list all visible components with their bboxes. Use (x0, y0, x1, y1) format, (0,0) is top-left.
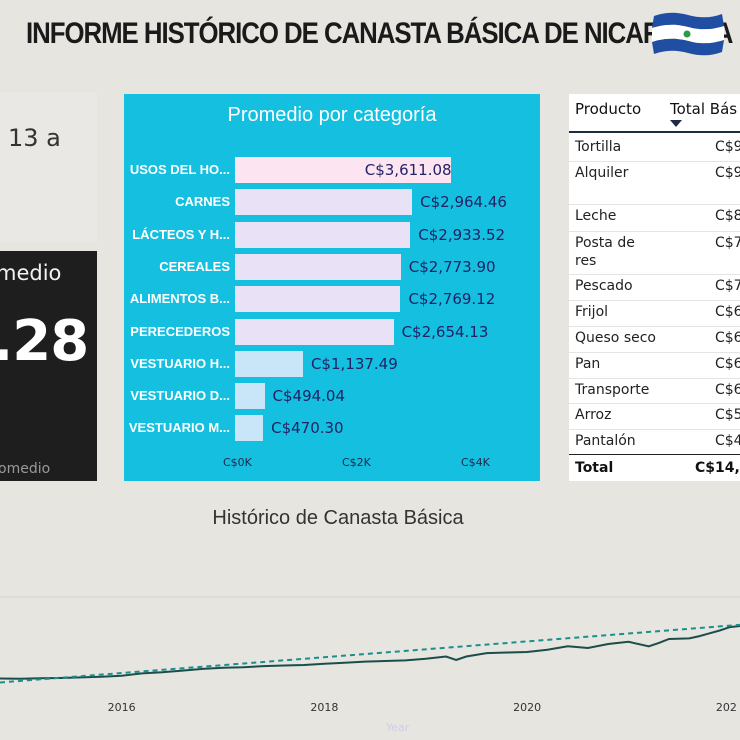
category-bar[interactable] (235, 286, 401, 313)
category-bar[interactable] (235, 350, 303, 377)
row-separator (569, 274, 740, 275)
x-tick-label: 2020 (513, 701, 542, 714)
category-row[interactable]: USOS DEL HO... C$3,611.08 (124, 157, 540, 183)
category-row[interactable]: CEREALES C$2,773.90 (124, 253, 540, 280)
x-tick-label: 2016 (107, 701, 136, 714)
table-cell-product: Transporte (575, 382, 650, 398)
category-row[interactable]: VESTUARIO H... C$1,137.49 (124, 350, 540, 377)
category-label: VESTUARIO D... (130, 388, 230, 404)
category-row[interactable]: VESTUARIO M... C$470.30 (124, 415, 540, 442)
table-cell-product: Pantalón (575, 433, 636, 449)
table-cell-total: C$9 (715, 139, 740, 155)
table-cell-total: C$6 (715, 330, 740, 346)
table-cell-product: Alquiler (575, 165, 629, 181)
category-label: CARNES (175, 194, 230, 210)
row-separator (569, 378, 740, 379)
column-header-total[interactable]: Total Bás (670, 100, 737, 118)
category-row[interactable]: PERECEDEROS C$2,654.13 (124, 318, 540, 345)
header-divider (569, 131, 740, 133)
history-chart[interactable]: Histórico de Canasta Básica Year 2016 201… (0, 497, 740, 740)
kpi-label: medio (0, 261, 62, 285)
total-label: Total (575, 460, 614, 476)
product-table[interactable]: Producto Total Bás Total C$14,1 Tortilla… (569, 94, 740, 481)
x-tick-label: C$0K (223, 456, 252, 469)
category-value-label: C$1,137.49 (310, 354, 398, 373)
date-range-card (0, 92, 97, 242)
trend-line (0, 623, 740, 684)
category-label: PERECEDEROS (130, 323, 230, 339)
chart-title: Promedio por categoría (227, 104, 437, 126)
table-cell-total: C$7 (715, 278, 740, 294)
page-title: INFORME HISTÓRICO DE CANASTA BÁSICA DE N… (26, 17, 733, 50)
category-label: USOS DEL HO... (129, 162, 230, 177)
table-cell-total: C$7 (715, 235, 740, 251)
category-bar[interactable] (235, 383, 265, 410)
category-bar[interactable] (235, 415, 264, 442)
row-separator (569, 204, 740, 205)
total-value: C$14,1 (695, 460, 740, 476)
kpi-card: medio .28 omedio (0, 251, 97, 481)
row-separator (569, 231, 740, 232)
table-cell-product: Posta de res (575, 235, 635, 269)
category-value-label: C$494.04 (272, 387, 346, 406)
table-cell-total: C$5 (715, 407, 740, 423)
sort-desc-icon[interactable] (670, 120, 682, 127)
category-label: VESTUARIO M... (128, 420, 230, 436)
kpi-sublabel: omedio (0, 461, 51, 477)
date-range-text: 13 a (8, 124, 61, 152)
category-value-label: C$2,964.46 (420, 193, 507, 212)
table-cell-total: C$4 (715, 433, 740, 449)
row-separator (569, 429, 740, 430)
category-row[interactable]: VESTUARIO D... C$494.04 (124, 383, 540, 410)
column-header-producto[interactable]: Producto (575, 100, 641, 118)
category-value-label: C$2,654.13 (401, 322, 489, 341)
x-tick-label: C$2K (342, 456, 371, 469)
table-cell-total: C$9 (715, 165, 740, 181)
x-tick-label: C$4K (461, 456, 490, 469)
category-value-label: C$2,769.12 (408, 290, 496, 309)
category-row[interactable]: ALIMENTOS B... C$2,769.12 (124, 286, 540, 313)
table-cell-total: C$6 (715, 304, 740, 320)
category-label: VESTUARIO H... (130, 355, 230, 371)
category-label: LÁCTEOS Y H... (132, 226, 230, 242)
kpi-value: .28 (0, 309, 89, 374)
total-divider (569, 454, 740, 455)
category-value-label: C$3,611.08 (364, 161, 452, 179)
row-separator (569, 403, 740, 404)
table-cell-total: C$8 (715, 208, 740, 224)
category-value-label: C$470.30 (271, 419, 344, 438)
x-axis-title: Year (386, 721, 410, 734)
table-cell-product: Arroz (575, 407, 612, 423)
table-cell-product: Leche (575, 208, 617, 224)
category-bar[interactable] (235, 221, 411, 248)
category-bar-chart[interactable]: Promedio por categoría USOS DEL HO... C$3… (124, 94, 540, 481)
category-label: CEREALES (159, 258, 230, 274)
category-bar[interactable] (235, 253, 401, 280)
x-tick-label: 2018 (310, 701, 339, 714)
category-value-label: C$2,933.52 (418, 225, 506, 244)
table-cell-total: C$6 (715, 382, 740, 398)
table-cell-product: Pan (575, 356, 601, 372)
table-cell-total: C$6 (715, 356, 740, 372)
category-value-label: C$2,773.90 (408, 257, 496, 276)
table-cell-product: Frijol (575, 304, 609, 320)
category-bar[interactable] (235, 318, 394, 345)
category-bar[interactable] (235, 189, 413, 216)
row-separator (569, 326, 740, 327)
table-cell-product: Pescado (575, 278, 633, 294)
category-label: ALIMENTOS B... (129, 291, 230, 307)
category-row[interactable]: CARNES C$2,964.46 (124, 189, 540, 216)
category-row[interactable]: LÁCTEOS Y H... C$2,933.52 (124, 221, 540, 248)
nicaragua-flag-icon (652, 12, 724, 56)
x-tick-label: 202 (715, 701, 737, 714)
row-separator (569, 300, 740, 301)
table-cell-product: Queso seco (575, 330, 656, 346)
row-separator (569, 352, 740, 353)
row-separator (569, 161, 740, 162)
table-cell-product: Tortilla (575, 139, 622, 155)
